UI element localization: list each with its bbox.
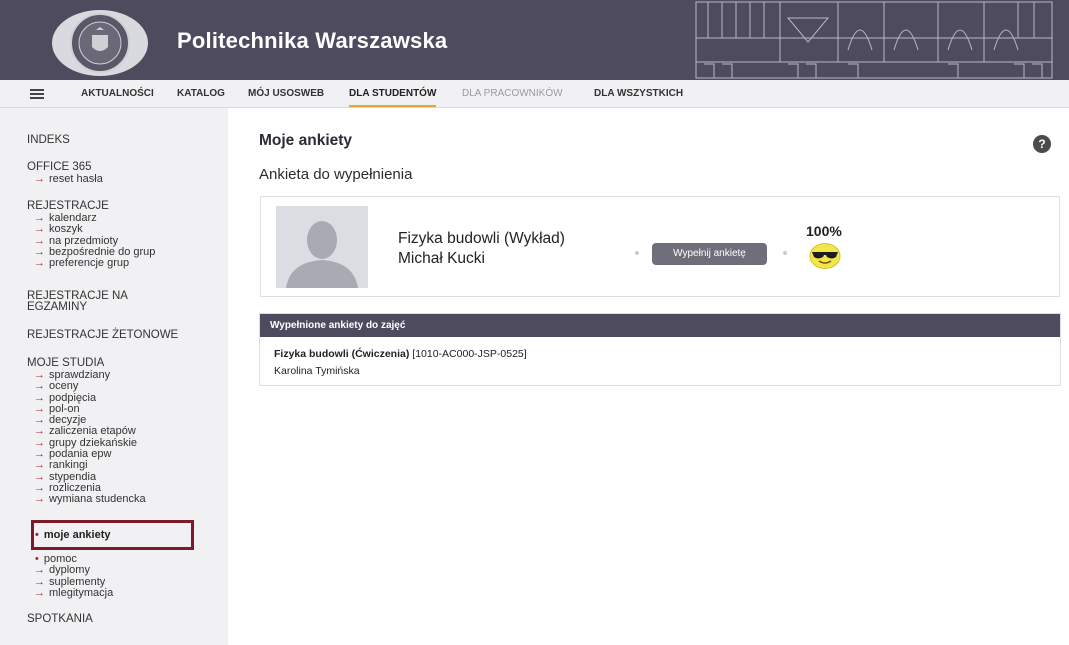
sidebar-indeks[interactable]: INDEKS	[27, 134, 70, 146]
survey-card: Fizyka budowli (Wykład) Michał Kucki Wyp…	[260, 196, 1060, 297]
selection-highlight-box	[31, 520, 194, 550]
sidebar-rej-egz-line2: EGZAMINY	[27, 301, 88, 314]
filled-course-name: Fizyka budowli (Ćwiczenia)	[274, 348, 410, 360]
sidebar-moje-studia[interactable]: MOJE STUDIA	[27, 357, 104, 369]
nav-dla-studentow[interactable]: DLA STUDENTÓW	[349, 88, 437, 107]
hamburger-menu-icon[interactable]	[30, 89, 44, 99]
filled-course: Fizyka budowli (Ćwiczenia) [1010-AC000-J…	[274, 348, 527, 360]
page-title: Moje ankiety	[259, 132, 353, 149]
nav-dla-wszystkich[interactable]: DLA WSZYSTKICH	[594, 88, 683, 99]
sidebar-office365[interactable]: OFFICE 365	[27, 161, 92, 173]
sidebar-item-reset-hasla[interactable]: → reset hasła	[27, 173, 103, 185]
completion-percent: 100%	[806, 223, 842, 239]
fill-survey-button[interactable]: Wypełnij ankietę	[652, 243, 767, 265]
sidebar-item-wymiana-studencka[interactable]: → wymiana studencka	[27, 494, 146, 505]
separator-dot	[783, 251, 787, 255]
nav-aktualnosci[interactable]: AKTUALNOŚCI	[81, 88, 154, 99]
sidebar-rej-egz-line1: REJESTRACJE NA	[27, 290, 128, 302]
sidebar-item-mlegitymacja[interactable]: → mlegitymacja	[27, 587, 113, 599]
section-subtitle: Ankieta do wypełnienia	[259, 166, 413, 183]
filled-teacher-name: Karolina Tymińska	[274, 365, 360, 377]
sidebar-item-preferencje[interactable]: → preferencje grup	[27, 258, 155, 269]
filled-course-code: [1010-AC000-JSP-0525]	[409, 348, 527, 360]
university-name[interactable]: Politechnika Warszawska	[177, 28, 447, 54]
survey-teacher-name: Michał Kucki	[398, 250, 485, 267]
nav-dla-pracownikow: DLA PRACOWNIKÓW	[462, 88, 563, 99]
person-silhouette-icon	[276, 206, 368, 288]
sidebar-spotkania[interactable]: SPOTKANIA	[27, 613, 93, 625]
help-icon[interactable]: ?	[1033, 135, 1051, 153]
survey-course-name: Fizyka budowli (Wykład)	[398, 230, 565, 247]
avatar	[276, 206, 368, 288]
nav-katalog[interactable]: KATALOG	[177, 88, 225, 99]
sidebar-rejestracje-egzaminy[interactable]: REJESTRACJE NA EGZAMINY	[27, 290, 128, 314]
main-navigation: AKTUALNOŚCI KATALOG MÓJ USOSWEB DLA STUD…	[0, 80, 1069, 108]
university-seal-logo[interactable]	[50, 8, 150, 78]
building-facade-graphic	[695, 1, 1053, 79]
sidebar-rejestracje-zetonowe[interactable]: REJESTRACJE ŻETONOWE	[27, 329, 178, 341]
filled-surveys-heading: Wypełnione ankiety do zajęć	[260, 314, 1060, 337]
separator-dot	[635, 251, 639, 255]
sidebar-rejestracje[interactable]: REJESTRACJE	[27, 200, 109, 212]
cool-smiley-icon	[809, 243, 841, 269]
sidebar-item-kalendarz[interactable]: → kalendarz	[27, 212, 155, 224]
site-header: Politechnika Warszawska	[0, 0, 1069, 80]
filled-surveys-panel: Wypełnione ankiety do zajęć Fizyka budow…	[259, 313, 1061, 386]
nav-moj-usosweb[interactable]: MÓJ USOSWEB	[248, 88, 324, 99]
